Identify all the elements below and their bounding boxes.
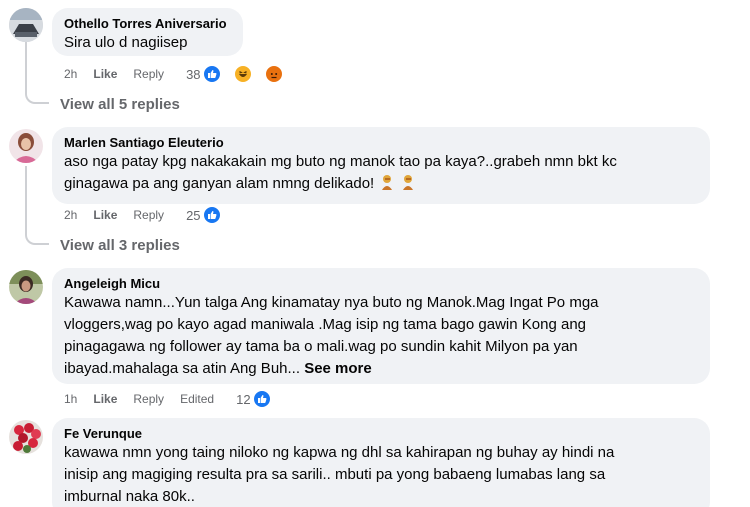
comment-time[interactable]: 2h xyxy=(64,67,77,81)
avatar[interactable] xyxy=(9,129,43,163)
comment-text-line: imburnal naka 80k.. xyxy=(64,488,195,505)
comment-author[interactable]: Angeleigh Micu xyxy=(64,275,698,292)
comment-time[interactable]: 2h xyxy=(64,208,77,222)
see-more-link[interactable]: See more xyxy=(304,360,372,377)
reaction-count: 12 xyxy=(236,391,251,407)
comment-text-segment: ginagawa pa ang ganyan alam nmng delikad… xyxy=(64,175,375,192)
comment-text-line: pinagagawa ng follower ay tama ba o mali… xyxy=(64,338,578,355)
comment-text-line: kawawa nmn yong taing niloko ng kapwa ng… xyxy=(64,444,615,461)
reaction-count: 38 xyxy=(186,66,201,82)
comment-text-line: vloggers,wag po kayo agad maniwala .Mag … xyxy=(64,316,586,333)
thread-elbow xyxy=(25,88,49,104)
comment-text: Sira ulo d nagiisep xyxy=(64,34,188,51)
comment-text-line: ginagawa pa ang ganyan alam nmng delikad… xyxy=(64,173,698,195)
reaction-count: 25 xyxy=(186,207,201,223)
comment-actions: 2h Like Reply 38 xyxy=(64,65,299,83)
reaction-summary[interactable]: 12 xyxy=(236,390,286,408)
like-icon xyxy=(252,390,271,408)
comment-actions: 1h Like Reply Edited 12 xyxy=(64,390,287,408)
comment-author[interactable]: Fe Verunque xyxy=(64,425,698,442)
like-button[interactable]: Like xyxy=(93,67,117,81)
comment-bubble: Marlen Santiago Eleuterio aso nga patay … xyxy=(52,127,710,204)
reaction-summary[interactable]: 38 xyxy=(186,65,298,83)
comment-text-line: ibayad.mahalaga sa atin Ang Buh... See m… xyxy=(64,358,698,380)
comment-actions: 2h Like Reply 25 xyxy=(64,206,237,224)
thread-line xyxy=(25,166,27,233)
person-facepalming-emoji xyxy=(380,174,394,190)
comment-text-line: Kawawa namn...Yun talga Ang kinamatay ny… xyxy=(64,294,599,311)
reply-button[interactable]: Reply xyxy=(133,392,164,406)
comment-bubble: Othello Torres Aniversario Sira ulo d na… xyxy=(52,8,243,56)
like-icon xyxy=(202,206,221,224)
avatar[interactable] xyxy=(9,8,43,42)
like-button[interactable]: Like xyxy=(93,392,117,406)
view-replies-link[interactable]: View all 5 replies xyxy=(60,96,180,113)
edited-label[interactable]: Edited xyxy=(180,392,214,406)
comment-time[interactable]: 1h xyxy=(64,392,77,406)
comment-bubble: Fe Verunque kawawa nmn yong taing niloko… xyxy=(52,418,710,507)
comment-text-segment: ibayad.mahalaga sa atin Ang Buh... xyxy=(64,360,301,377)
thread-line xyxy=(25,42,27,92)
comment-author[interactable]: Othello Torres Aniversario xyxy=(64,15,231,32)
reaction-summary[interactable]: 25 xyxy=(186,206,236,224)
view-replies-link[interactable]: View all 3 replies xyxy=(60,237,180,254)
like-icon xyxy=(202,65,221,83)
angry-icon xyxy=(264,65,283,83)
avatar[interactable] xyxy=(9,270,43,304)
like-button[interactable]: Like xyxy=(93,208,117,222)
person-facepalming-emoji xyxy=(401,174,415,190)
comment-text-line: inisip ang magiging resulta pra sa saril… xyxy=(64,466,606,483)
avatar[interactable] xyxy=(9,420,43,454)
reply-button[interactable]: Reply xyxy=(133,67,164,81)
comment-bubble: Angeleigh Micu Kawawa namn...Yun talga A… xyxy=(52,268,710,384)
comment-author[interactable]: Marlen Santiago Eleuterio xyxy=(64,134,698,151)
reply-button[interactable]: Reply xyxy=(133,208,164,222)
thread-elbow xyxy=(25,229,49,245)
comment-text-line: aso nga patay kpg nakakakain mg buto ng … xyxy=(64,153,617,170)
haha-icon xyxy=(233,65,252,83)
